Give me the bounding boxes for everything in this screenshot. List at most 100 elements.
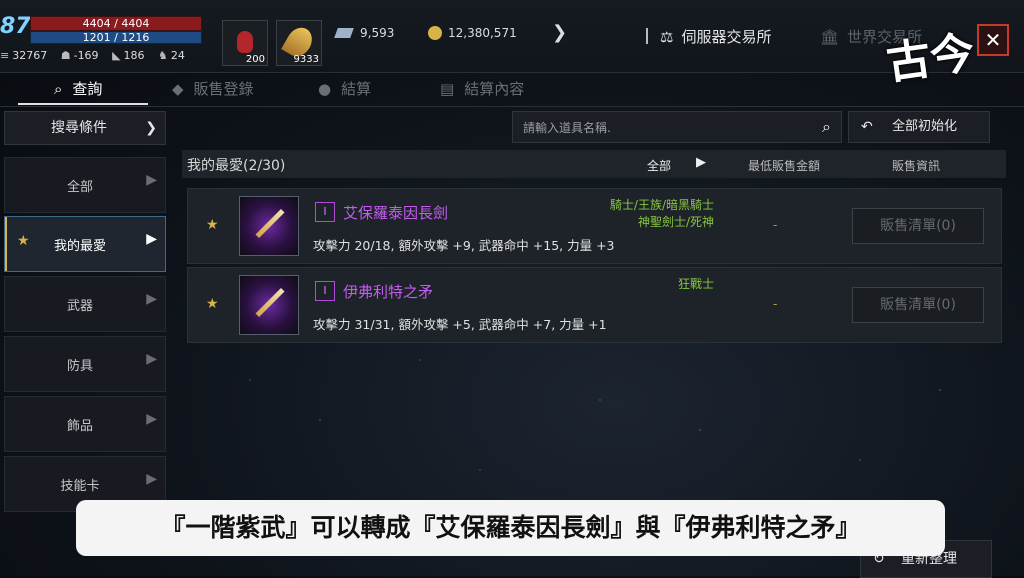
coins-icon: ●: [318, 80, 332, 98]
class-line: 狂戰士: [677, 277, 714, 291]
favorites-count-title: 我的最愛(2/30): [187, 158, 286, 174]
close-icon: ✕: [984, 28, 1002, 52]
server-exchange-label: 伺服器交易所: [681, 28, 772, 46]
filter-label: 搜尋條件: [51, 120, 107, 136]
reset-label: 全部初始化: [892, 119, 958, 134]
category-label: 我的最愛: [53, 239, 106, 254]
category-label: 飾品: [66, 419, 93, 434]
category-label: 全部: [66, 180, 93, 195]
document-icon: ▤: [440, 80, 455, 98]
sword-icon: [239, 196, 299, 256]
item-attributes: 攻擊力 20/18, 額外攻擊 +9, 武器命中 +15, 力量 +3: [313, 238, 615, 253]
tab-settlement[interactable]: ● 結算: [318, 78, 371, 99]
grade-badge: I: [315, 202, 335, 222]
beast-icon: ♞: [158, 49, 168, 62]
list-item[interactable]: ★ I 艾保羅泰因長劍 騎士/王族/暗黑騎士神聖劍士/死神 攻擊力 20/18,…: [187, 188, 1002, 264]
hp-text: 4404 / 4404: [82, 17, 150, 30]
category-favorites[interactable]: ★ 我的最愛 ▶: [4, 216, 166, 272]
mp-bar: 1201 / 1216: [30, 31, 202, 44]
tab-sale-register[interactable]: ◆ 販售登錄: [172, 78, 254, 99]
list-header: 我的最愛(2/30) 全部 ▶ 最低販售金額 販售資訊: [182, 150, 1006, 178]
category-label: 技能卡: [60, 479, 100, 494]
chevron-right-icon: ▶: [146, 231, 157, 247]
class-line: 騎士/王族/暗黑騎士: [609, 198, 714, 212]
feather-count: 9333: [293, 54, 319, 65]
chevron-right-icon: ❯: [145, 120, 157, 136]
star-icon[interactable]: ★: [206, 217, 219, 233]
gold-amount: 12,380,571: [448, 26, 517, 40]
potion-count: 200: [245, 54, 265, 65]
category-all[interactable]: 全部 ▶: [4, 157, 166, 213]
server-exchange-tab[interactable]: ⚖ 伺服器交易所: [660, 26, 771, 47]
tab-bar: ⌕ 查詢 ◆ 販售登錄 ● 結算 ▤ 結算內容: [0, 72, 1024, 107]
item-name: 艾保羅泰因長劍: [343, 204, 449, 222]
gold-coin-icon: [428, 26, 442, 40]
column-lowest-price: 最低販售金額: [748, 159, 821, 173]
class-restriction: 狂戰士: [678, 276, 714, 293]
grade-badge: I: [315, 281, 335, 301]
sort-all-button[interactable]: 全部: [647, 157, 671, 174]
play-icon[interactable]: ▶: [696, 155, 706, 170]
divider: [646, 28, 648, 44]
stat-value: 32767: [12, 49, 48, 62]
potion-icon: [237, 31, 253, 53]
search-icon: ⌕: [54, 80, 63, 98]
reset-all-button[interactable]: ↶ 全部初始化: [848, 111, 990, 143]
star-icon[interactable]: ★: [206, 296, 219, 312]
sale-list-button[interactable]: 販售清單(0): [852, 208, 984, 244]
chevron-right-icon: ▶: [146, 411, 157, 427]
bank-icon: 🏛: [820, 28, 840, 46]
category-label: 武器: [66, 299, 93, 314]
filter-conditions-button[interactable]: 搜尋條件 ❯: [4, 111, 166, 145]
chevron-right-icon[interactable]: ❯: [552, 22, 567, 43]
class-line: 神聖劍士/死神: [637, 215, 714, 229]
search-input[interactable]: [513, 112, 805, 144]
item-attributes: 攻擊力 31/31, 額外攻擊 +5, 武器命中 +7, 力量 +1: [313, 317, 607, 332]
stat-value: 186: [123, 49, 145, 62]
diamond-amount: 9,593: [360, 26, 395, 40]
lowest-price: -: [773, 297, 778, 311]
tab-search[interactable]: ⌕ 查詢: [54, 78, 102, 99]
top-hud: 87 4404 / 4404 1201 / 1216 ≡ 32767 ☗ -169 …: [0, 0, 1024, 90]
video-subtitle: 『一階紫武』可以轉成『艾保羅泰因長劍』與『伊弗利特之矛』: [76, 500, 945, 556]
stat-row: ≡ 32767 ☗ -169 ◣ 186 ♞ 24: [0, 49, 195, 62]
stat-value: 24: [170, 49, 185, 62]
category-armor[interactable]: 防具 ▶: [4, 336, 166, 392]
stat-value: -169: [73, 49, 99, 62]
item-search-box: ⌕: [512, 111, 842, 144]
shield-icon: ≡: [0, 49, 10, 62]
potion-slot[interactable]: 200: [222, 20, 268, 66]
class-restriction: 騎士/王族/暗黑騎士神聖劍士/死神: [610, 197, 714, 231]
active-tab-indicator: [18, 103, 148, 105]
search-icon[interactable]: ⌕: [822, 117, 831, 137]
chevron-right-icon: ▶: [146, 172, 157, 188]
diamond-currency: 9,593: [334, 26, 395, 40]
gold-currency: 12,380,571: [428, 26, 517, 40]
column-sale-info: 販售資訊: [892, 159, 941, 173]
item-name: 伊弗利特之矛: [343, 283, 434, 301]
category-label: 防具: [66, 359, 93, 374]
tag-icon: ◆: [172, 80, 184, 98]
sale-list-button[interactable]: 販售清單(0): [852, 287, 984, 323]
character-level: 87: [0, 14, 31, 39]
helmet-icon: ☗: [60, 49, 71, 62]
hp-bar: 4404 / 4404: [30, 16, 202, 31]
category-weapons[interactable]: 武器 ▶: [4, 276, 166, 332]
scale-icon: ⚖: [660, 28, 674, 46]
spear-icon: [239, 275, 299, 335]
category-accessories[interactable]: 飾品 ▶: [4, 396, 166, 452]
diamond-icon: [334, 28, 354, 38]
feather-slot[interactable]: 9333: [276, 20, 322, 66]
tab-label: 販售登錄: [193, 80, 254, 98]
tab-settlement-details[interactable]: ▤ 結算內容: [440, 78, 524, 99]
tab-label: 查詢: [72, 80, 103, 98]
close-button[interactable]: ✕: [977, 24, 1009, 56]
mp-text: 1201 / 1216: [82, 31, 150, 44]
tab-label: 結算: [341, 80, 372, 98]
lowest-price: -: [773, 218, 778, 232]
undo-icon: ↶: [861, 119, 873, 135]
boot-icon: ◣: [112, 49, 121, 62]
list-item[interactable]: ★ I 伊弗利特之矛 狂戰士 攻擊力 31/31, 額外攻擊 +5, 武器命中 …: [187, 267, 1002, 343]
chevron-right-icon: ▶: [146, 351, 157, 367]
chevron-right-icon: ▶: [146, 291, 157, 307]
